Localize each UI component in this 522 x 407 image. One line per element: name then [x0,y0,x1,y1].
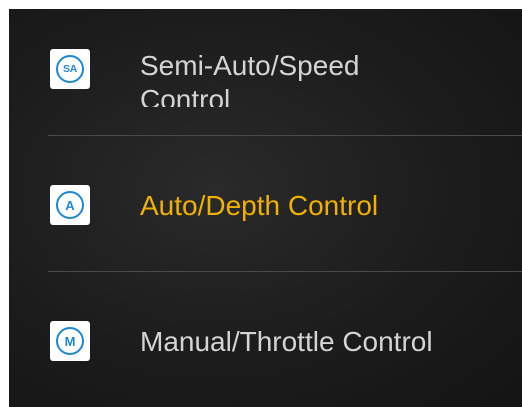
semi-auto-icon: SA [50,49,90,89]
divider [48,135,522,136]
auto-icon-letter: A [56,191,84,219]
menu-item-semi-auto-speed-control[interactable]: SA Semi-Auto/Speed Control [9,9,522,129]
menu-item-label: Semi-Auto/Speed Control [140,50,360,107]
menu-item-label-selected: Auto/Depth Control [140,190,379,221]
menu-item-manual-throttle-control[interactable]: M Manual/Throttle Control [9,277,522,397]
semi-auto-icon-letter: SA [56,55,84,83]
manual-icon: M [50,321,90,361]
mode-menu-panel: SA Semi-Auto/Speed Control A Auto/Depth … [9,9,522,407]
auto-icon: A [50,185,90,225]
menu-item-label: Manual/Throttle Control [140,326,433,357]
divider [48,271,522,272]
menu-item-auto-depth-control[interactable]: A Auto/Depth Control [9,141,522,261]
manual-icon-letter: M [56,327,84,355]
control-mode-list: SA Semi-Auto/Speed Control A Auto/Depth … [9,9,522,407]
